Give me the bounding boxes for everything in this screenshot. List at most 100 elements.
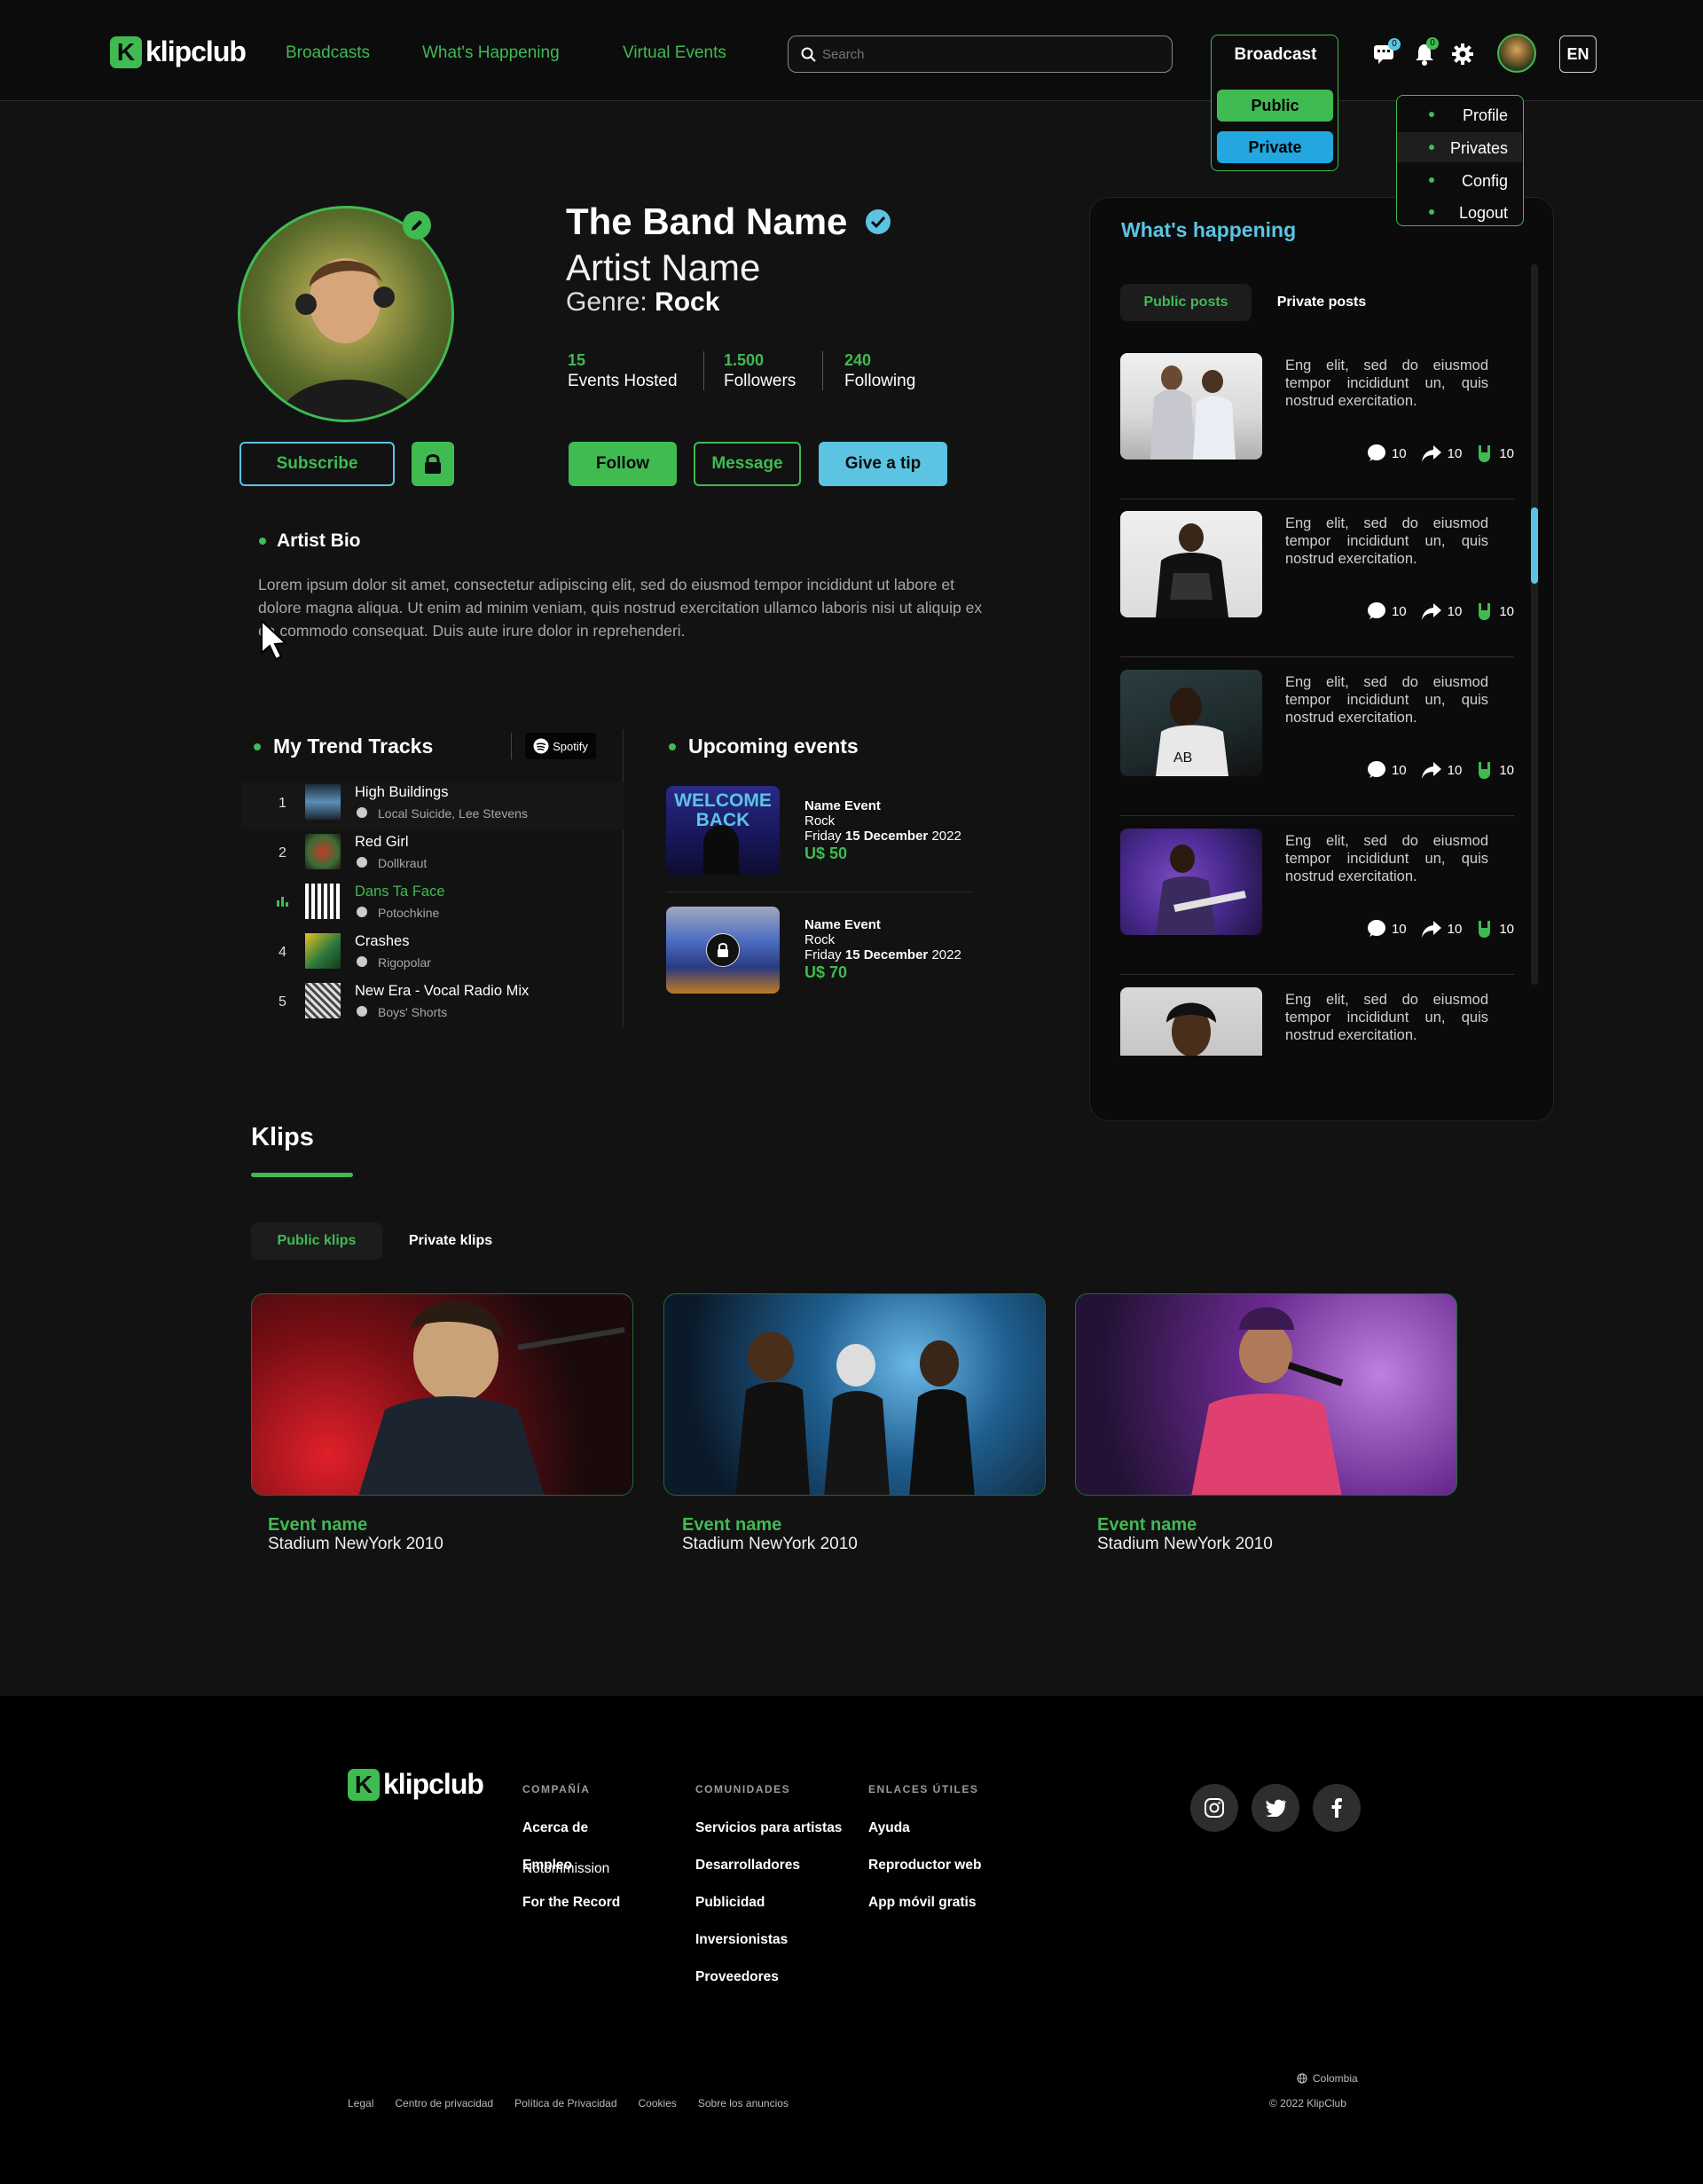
- menu-item-privates[interactable]: Privates: [1397, 132, 1522, 162]
- logo-text: klipclub: [145, 35, 247, 67]
- footer-link[interactable]: Publicidad: [695, 1895, 765, 1911]
- twitter-icon: [1266, 1799, 1286, 1817]
- tab-public-posts[interactable]: Public posts: [1120, 284, 1252, 321]
- event-item[interactable]: WELCOME BACK Name Event Rock Friday 15 D…: [666, 786, 973, 892]
- footer-logo[interactable]: K klipclub: [348, 1768, 484, 1801]
- bio-header: Artist Bio: [259, 530, 361, 552]
- events-title: Upcoming events: [688, 735, 859, 758]
- footer-link[interactable]: Desarrolladores: [695, 1858, 800, 1874]
- message-button[interactable]: Message: [694, 442, 801, 486]
- footer-link[interactable]: Reproductor web: [868, 1858, 981, 1874]
- artist-name: Artist Name: [566, 247, 761, 288]
- footer-link[interactable]: For the Record: [522, 1895, 620, 1911]
- top-navbar: K klipclub Broadcasts What's Happening V…: [0, 0, 1703, 171]
- instagram-button[interactable]: [1190, 1784, 1238, 1832]
- nav-virtual-events[interactable]: Virtual Events: [623, 43, 726, 63]
- tab-private-posts[interactable]: Private posts: [1260, 284, 1384, 321]
- track-cover: [305, 933, 341, 969]
- menu-item-config[interactable]: Config: [1397, 165, 1522, 195]
- cookies-link[interactable]: Cookies: [639, 2097, 677, 2109]
- track-row-playing[interactable]: Dans Ta Face Potochkine: [241, 882, 624, 930]
- broadcast-panel: Broadcast Public Private: [1211, 35, 1338, 171]
- search-box[interactable]: [788, 35, 1173, 73]
- tracks-header-divider: [511, 733, 512, 759]
- privacy-policy-link[interactable]: Política de Privacidad: [514, 2097, 616, 2109]
- legal-link[interactable]: Legal: [348, 2097, 373, 2109]
- lock-button[interactable]: [412, 442, 454, 486]
- feed-scrollbar-thumb[interactable]: [1531, 507, 1538, 584]
- facebook-button[interactable]: [1313, 1784, 1361, 1832]
- klip-place: Stadium NewYork 2010: [1097, 1535, 1273, 1553]
- section-bullet: [669, 742, 676, 750]
- user-avatar[interactable]: [1497, 34, 1536, 73]
- subscribe-button[interactable]: Subscribe: [239, 442, 395, 486]
- instagram-icon: [1205, 1798, 1224, 1818]
- event-day: Friday: [804, 947, 842, 962]
- track-row[interactable]: 5 New Era - Vocal Radio Mix Boys' Shorts: [241, 981, 624, 1029]
- tab-private-klips[interactable]: Private klips: [390, 1222, 511, 1260]
- stat-followers[interactable]: 1.500 Followers: [724, 351, 796, 391]
- notifications-button[interactable]: 0: [1414, 37, 1439, 66]
- happening-title: What's happening: [1121, 218, 1297, 241]
- klip-card[interactable]: [251, 1293, 633, 1496]
- twitter-button[interactable]: [1252, 1784, 1299, 1832]
- spotify-badge[interactable]: Spotify: [525, 733, 596, 759]
- poster-figure: [703, 825, 739, 875]
- footer-link[interactable]: Ayuda: [868, 1820, 910, 1836]
- lock-icon: [425, 454, 441, 474]
- footer-link[interactable]: App móvil gratis: [868, 1895, 976, 1911]
- menu-bullet: [1429, 112, 1434, 117]
- track-cover: [305, 834, 341, 869]
- edit-avatar-button[interactable]: [403, 211, 431, 240]
- track-artist: Rigopolar: [378, 955, 431, 970]
- broadcast-public-button[interactable]: Public: [1217, 90, 1333, 122]
- privacy-center-link[interactable]: Centro de privacidad: [395, 2097, 493, 2109]
- ads-link[interactable]: Sobre los anuncios: [698, 2097, 789, 2109]
- stat-following[interactable]: 240 Following: [844, 351, 915, 391]
- nav-broadcasts[interactable]: Broadcasts: [286, 43, 370, 63]
- track-name: Dans Ta Face: [355, 884, 445, 900]
- messages-badge: 0: [1388, 38, 1401, 51]
- whats-happening-panel: [1089, 197, 1554, 1121]
- event-lock-badge: [706, 933, 740, 967]
- country-selector[interactable]: Colombia: [1297, 2072, 1358, 2085]
- event-item-locked[interactable]: Name Event Rock Friday 15 December 2022 …: [666, 907, 973, 995]
- track-artist: Potochkine: [378, 906, 440, 920]
- genre: Genre: Rock: [566, 287, 719, 318]
- tip-button[interactable]: Give a tip: [819, 442, 947, 486]
- klip-photo: [1191, 1307, 1344, 1495]
- search-input[interactable]: [822, 44, 1159, 64]
- language-button[interactable]: EN: [1559, 35, 1597, 73]
- track-name: Red Girl: [355, 834, 409, 850]
- event-genre: Rock: [804, 813, 836, 829]
- follow-button[interactable]: Follow: [569, 442, 677, 486]
- footer-link[interactable]: Servicios para artistas: [695, 1820, 842, 1836]
- track-row[interactable]: 4 Crashes Rigopolar: [241, 931, 624, 979]
- event-day: Friday: [804, 829, 842, 844]
- event-date-bold: 15 December: [844, 829, 929, 844]
- footer-link[interactable]: Proveedores: [695, 1969, 779, 1985]
- klip-card[interactable]: [663, 1293, 1046, 1496]
- footer-column-communities: COMUNIDADES Servicios para artistas Desa…: [695, 1783, 842, 1984]
- event-price: U$ 70: [804, 963, 848, 981]
- feed-scrollbar-track[interactable]: [1531, 264, 1538, 985]
- track-row[interactable]: 2 Red Girl Dollkraut: [241, 832, 624, 880]
- track-row[interactable]: 1 High Buildings Local Suicide, Lee Stev…: [241, 782, 624, 830]
- broadcast-private-button[interactable]: Private: [1217, 131, 1333, 163]
- messages-button[interactable]: 0: [1373, 38, 1401, 66]
- tab-public-klips[interactable]: Public klips: [251, 1222, 382, 1260]
- menu-item-logout[interactable]: Logout: [1397, 197, 1522, 227]
- logo[interactable]: K klipclub: [110, 35, 247, 68]
- menu-item-profile[interactable]: Profile: [1397, 99, 1522, 130]
- broadcast-title: Broadcast: [1234, 45, 1317, 64]
- logo-mark: K: [348, 1768, 380, 1801]
- track-name: Crashes: [355, 933, 410, 949]
- footer-link[interactable]: Notommission: [522, 1861, 609, 1877]
- nav-whats-happening[interactable]: What's Happening: [422, 43, 560, 63]
- footer-link[interactable]: Inversionistas: [695, 1932, 788, 1948]
- klip-card[interactable]: [1075, 1293, 1457, 1496]
- footer-link[interactable]: Acerca de: [522, 1820, 588, 1836]
- stat-value: 15: [568, 351, 586, 369]
- settings-button[interactable]: [1451, 43, 1474, 66]
- explicit-icon: [357, 1006, 367, 1017]
